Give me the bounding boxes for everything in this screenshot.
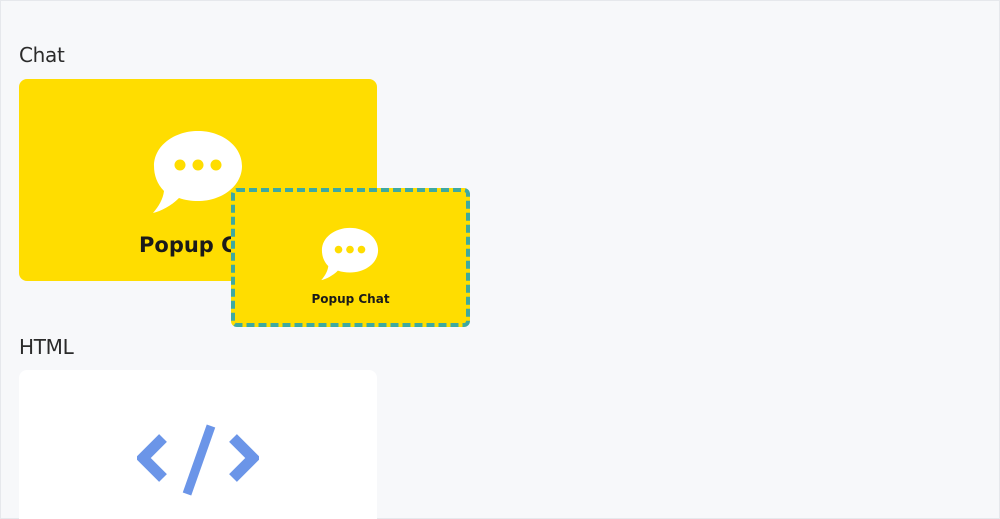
section-label-html: HTML: [19, 335, 74, 359]
drag-preview-popup-chat[interactable]: Popup Chat: [231, 188, 470, 327]
code-brackets-icon: [137, 424, 259, 496]
html-card[interactable]: [19, 370, 377, 519]
chat-bubble-icon: [321, 227, 379, 281]
drag-preview-title: Popup Chat: [311, 292, 390, 306]
section-label-chat: Chat: [19, 43, 65, 67]
